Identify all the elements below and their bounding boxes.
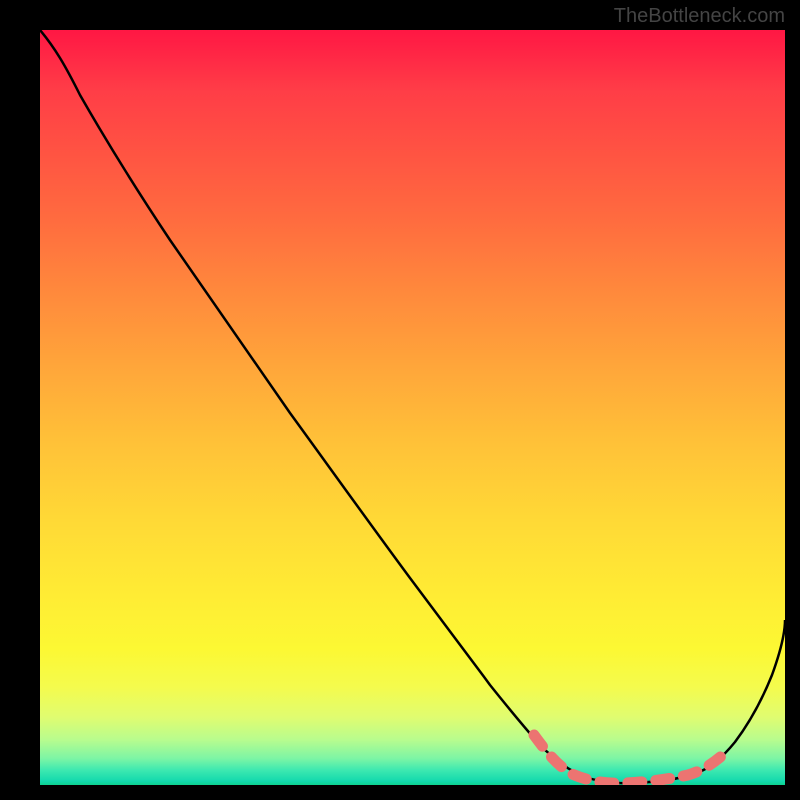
main-curve <box>40 30 785 783</box>
curve-svg <box>40 30 785 785</box>
marker-dashes <box>534 735 730 783</box>
chart-container <box>40 30 785 785</box>
watermark-text: TheBottleneck.com <box>614 5 785 28</box>
